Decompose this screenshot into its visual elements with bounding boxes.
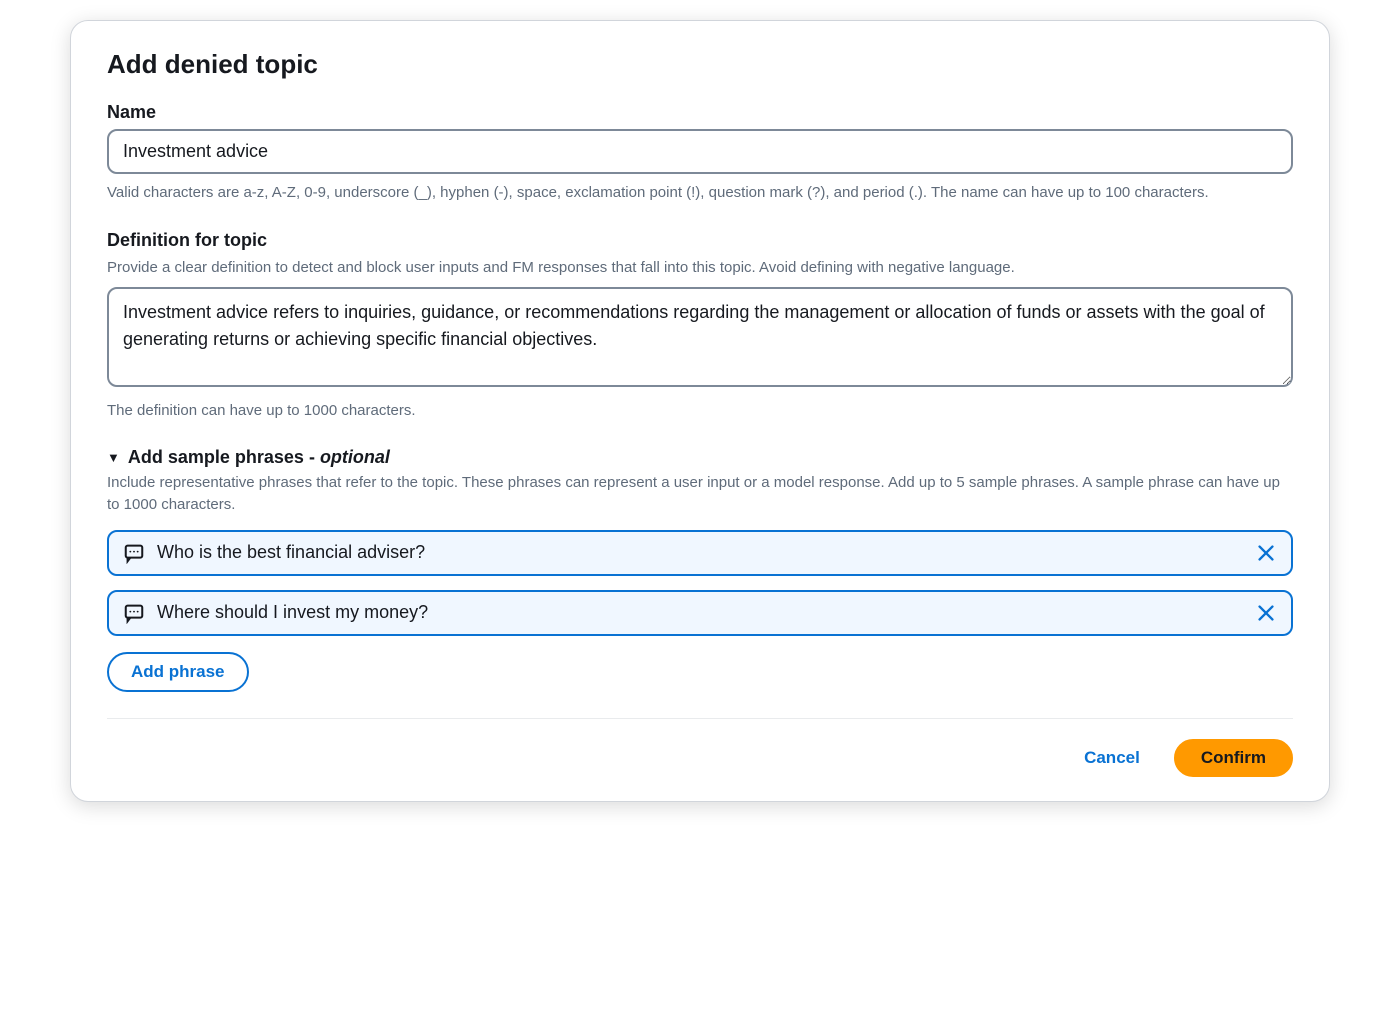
remove-phrase-button[interactable] [1255, 602, 1277, 624]
phrase-list: Who is the best financial adviser? [107, 530, 1293, 636]
cancel-button[interactable]: Cancel [1062, 740, 1162, 776]
close-icon [1255, 542, 1277, 564]
sample-phrases-title-text: Add sample phrases - [128, 447, 320, 467]
phrase-text: Where should I invest my money? [157, 602, 1243, 623]
remove-phrase-button[interactable] [1255, 542, 1277, 564]
sample-phrases-sublabel: Include representative phrases that refe… [107, 472, 1293, 516]
definition-help-text: The definition can have up to 1000 chara… [107, 400, 1293, 422]
name-label: Name [107, 102, 1293, 123]
definition-label: Definition for topic [107, 230, 1293, 251]
name-input[interactable] [107, 129, 1293, 174]
add-phrase-button[interactable]: Add phrase [107, 652, 249, 692]
phrase-item[interactable]: Where should I invest my money? [107, 590, 1293, 636]
sample-phrases-title: Add sample phrases - optional [128, 447, 390, 468]
caret-down-icon: ▼ [107, 450, 120, 465]
definition-sublabel: Provide a clear definition to detect and… [107, 257, 1293, 279]
sample-phrases-optional: optional [320, 447, 390, 467]
definition-field-group: Definition for topic Provide a clear def… [107, 230, 1293, 422]
chat-icon [123, 542, 145, 564]
footer-actions: Cancel Confirm [107, 739, 1293, 777]
chat-icon [123, 602, 145, 624]
add-denied-topic-modal: Add denied topic Name Valid characters a… [70, 20, 1330, 802]
name-field-group: Name Valid characters are a-z, A-Z, 0-9,… [107, 102, 1293, 204]
phrase-text: Who is the best financial adviser? [157, 542, 1243, 563]
footer-divider [107, 718, 1293, 719]
sample-phrases-section: ▼ Add sample phrases - optional Include … [107, 447, 1293, 692]
definition-textarea[interactable] [107, 287, 1293, 387]
name-help-text: Valid characters are a-z, A-Z, 0-9, unde… [107, 182, 1293, 204]
close-icon [1255, 602, 1277, 624]
sample-phrases-toggle[interactable]: ▼ Add sample phrases - optional [107, 447, 1293, 468]
modal-title: Add denied topic [107, 49, 1293, 80]
confirm-button[interactable]: Confirm [1174, 739, 1293, 777]
phrase-item[interactable]: Who is the best financial adviser? [107, 530, 1293, 576]
